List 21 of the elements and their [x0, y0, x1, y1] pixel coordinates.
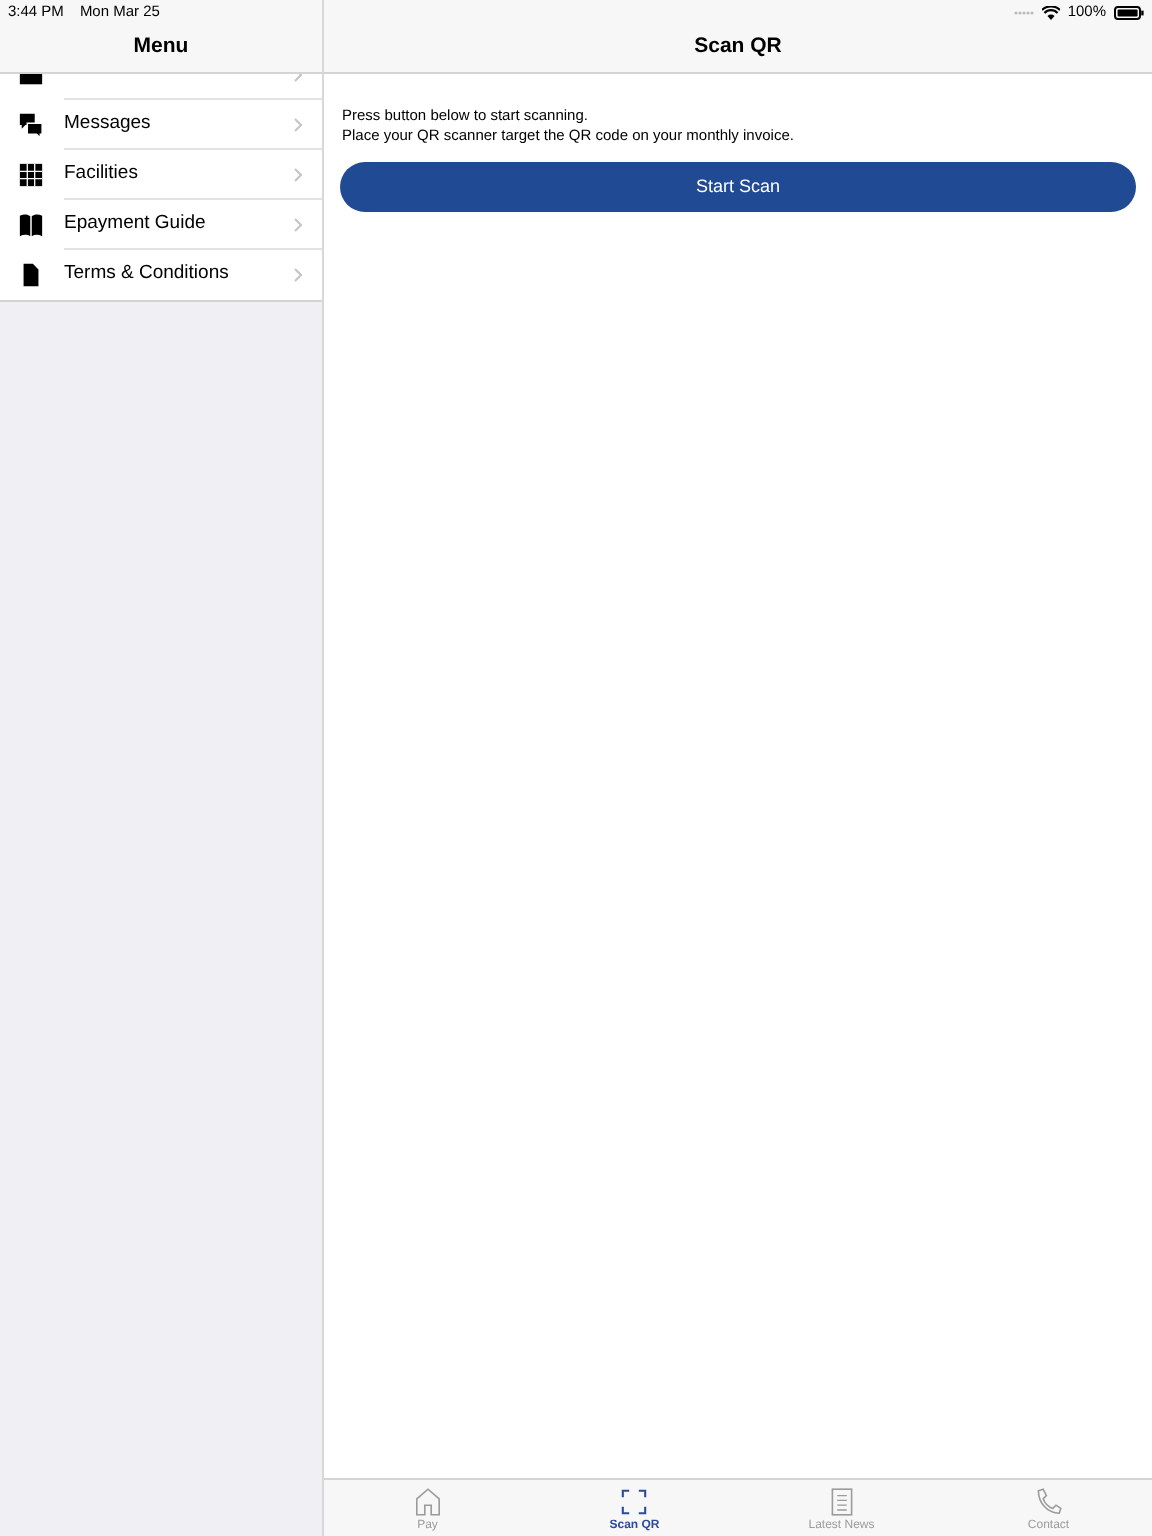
page-title: Scan QR: [694, 32, 782, 63]
book-icon: [18, 212, 44, 238]
chat-bubbles-icon: [18, 112, 44, 138]
menu-item[interactable]: Facilities: [64, 159, 138, 189]
menu-title: Menu: [133, 32, 189, 63]
phone-icon: [1032, 1486, 1065, 1518]
menu-item[interactable]: Messages: [64, 109, 151, 139]
chevron-icon: [294, 167, 302, 181]
chevron-icon: [294, 217, 302, 231]
start-scan-button[interactable]: Start Scan: [340, 162, 1136, 212]
chevron-icon: [294, 268, 302, 282]
grid-icon: [18, 162, 44, 188]
wifi-icon: [1041, 5, 1060, 19]
chevron-icon: [294, 117, 302, 131]
scan-frame-icon: [618, 1486, 651, 1518]
menu-item[interactable]: Terms & Conditions: [64, 260, 229, 290]
document-icon: [18, 262, 44, 288]
battery-icon: [1114, 5, 1144, 19]
menu-item[interactable]: Epayment Guide: [64, 209, 206, 239]
house-icon: [411, 1486, 444, 1518]
signal-icon: [1013, 9, 1034, 15]
